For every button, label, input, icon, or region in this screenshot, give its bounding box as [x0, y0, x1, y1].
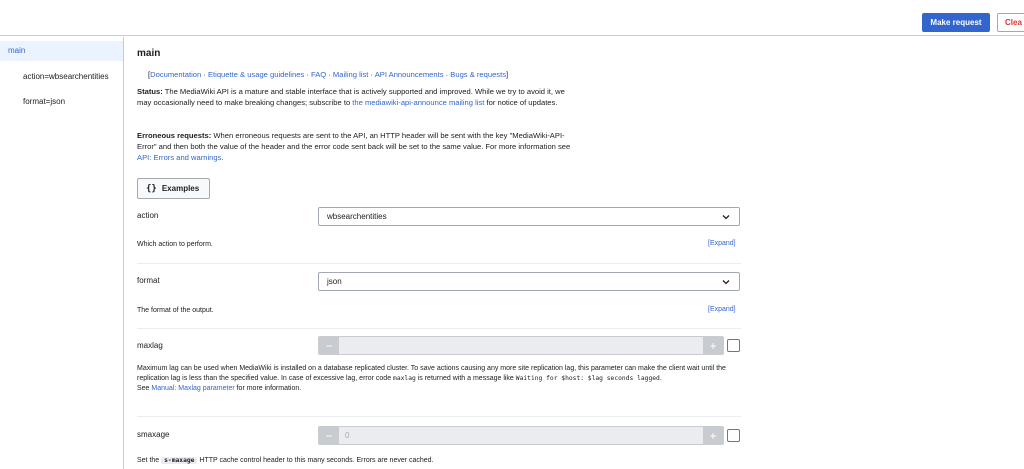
- maxlag-desc-text: is returned with a message like: [415, 375, 516, 382]
- format-select[interactable]: json: [318, 272, 740, 291]
- errors-warnings-link[interactable]: API: Errors and warnings: [137, 153, 221, 162]
- smaxage-description: Set the s-maxage HTTP cache control head…: [137, 456, 434, 466]
- maxlag-desc-text: .: [659, 375, 662, 382]
- action-label: action: [137, 211, 159, 220]
- link-separator: ·: [201, 70, 208, 79]
- chevron-down-icon: [722, 280, 730, 285]
- format-description: The format of the output.: [137, 307, 214, 314]
- see-text: See: [137, 385, 152, 392]
- examples-label: Examples: [161, 184, 200, 193]
- sidebar-item-action[interactable]: action=wbsearchentities: [23, 72, 109, 81]
- maxlag-message-code: Waiting for $host: $lag seconds lagged: [515, 375, 660, 382]
- maxlag-code: maxlag: [393, 375, 416, 382]
- sidebar: main action=wbsearchentities format=json: [0, 37, 124, 469]
- minus-icon[interactable]: −: [319, 337, 339, 354]
- erroneous-label: Erroneous requests:: [137, 131, 212, 140]
- clear-button[interactable]: Clea: [997, 13, 1024, 32]
- smaxage-desc-text: HTTP cache control header to this many s…: [197, 457, 434, 464]
- sidebar-item-main[interactable]: main: [0, 41, 123, 61]
- minus-icon[interactable]: −: [319, 427, 339, 444]
- status-tail: for notice of updates.: [484, 98, 558, 107]
- divider: [137, 416, 741, 417]
- action-description: Which action to perform.: [137, 241, 213, 248]
- page-title: main: [137, 48, 161, 59]
- see-tail: for more information.: [234, 385, 302, 392]
- smaxage-code: s-maxage: [161, 457, 198, 464]
- erroneous-paragraph: Erroneous requests: When erroneous reque…: [137, 130, 577, 163]
- smaxage-input[interactable]: 0: [339, 431, 703, 440]
- link-bugs[interactable]: Bugs & requests: [450, 70, 506, 79]
- maxlag-enable-checkbox[interactable]: [727, 339, 740, 352]
- format-label: format: [137, 276, 160, 285]
- format-value: json: [327, 277, 342, 286]
- examples-button[interactable]: {} Examples: [137, 178, 210, 199]
- chevron-down-icon: [722, 215, 730, 220]
- plus-icon[interactable]: +: [703, 337, 723, 354]
- divider: [137, 263, 741, 264]
- maxlag-manual-link[interactable]: Manual: Maxlag parameter: [151, 385, 234, 392]
- maxlag-label: maxlag: [137, 341, 163, 350]
- status-label: Status:: [137, 87, 163, 96]
- erroneous-tail: .: [221, 153, 224, 162]
- top-bar: Make request Clea: [0, 0, 1024, 36]
- plus-icon[interactable]: +: [703, 427, 723, 444]
- action-expand-link[interactable]: [Expand]: [708, 240, 736, 247]
- format-expand-link[interactable]: [Expand]: [708, 306, 736, 313]
- smaxage-label: smaxage: [137, 430, 170, 439]
- smaxage-stepper[interactable]: − 0 +: [318, 426, 724, 445]
- link-etiquette[interactable]: Etiquette & usage guidelines: [208, 70, 304, 79]
- link-faq[interactable]: FAQ: [311, 70, 326, 79]
- link-separator: ·: [326, 70, 333, 79]
- link-separator: ·: [304, 70, 311, 79]
- action-value: wbsearchentities: [327, 212, 387, 221]
- smaxage-desc-text: Set the: [137, 457, 162, 464]
- status-paragraph: Status: The MediaWiki API is a mature an…: [137, 86, 577, 108]
- action-select[interactable]: wbsearchentities: [318, 207, 740, 226]
- sidebar-item-format[interactable]: format=json: [23, 97, 65, 106]
- link-mailing-list[interactable]: Mailing list: [333, 70, 368, 79]
- make-request-button[interactable]: Make request: [922, 13, 990, 32]
- link-api-announcements[interactable]: API Announcements: [375, 70, 444, 79]
- maxlag-description: Maximum lag can be used when MediaWiki i…: [137, 364, 741, 394]
- link-documentation[interactable]: Documentation: [150, 70, 201, 79]
- divider: [137, 328, 741, 329]
- smaxage-enable-checkbox[interactable]: [727, 429, 740, 442]
- maxlag-stepper[interactable]: − +: [318, 336, 724, 355]
- doc-links: [Documentation · Etiquette & usage guide…: [148, 70, 508, 79]
- mailing-list-link[interactable]: the mediawiki-api-announce mailing list: [352, 98, 484, 107]
- bracket-close: ]: [506, 70, 509, 79]
- braces-icon: {}: [146, 183, 157, 194]
